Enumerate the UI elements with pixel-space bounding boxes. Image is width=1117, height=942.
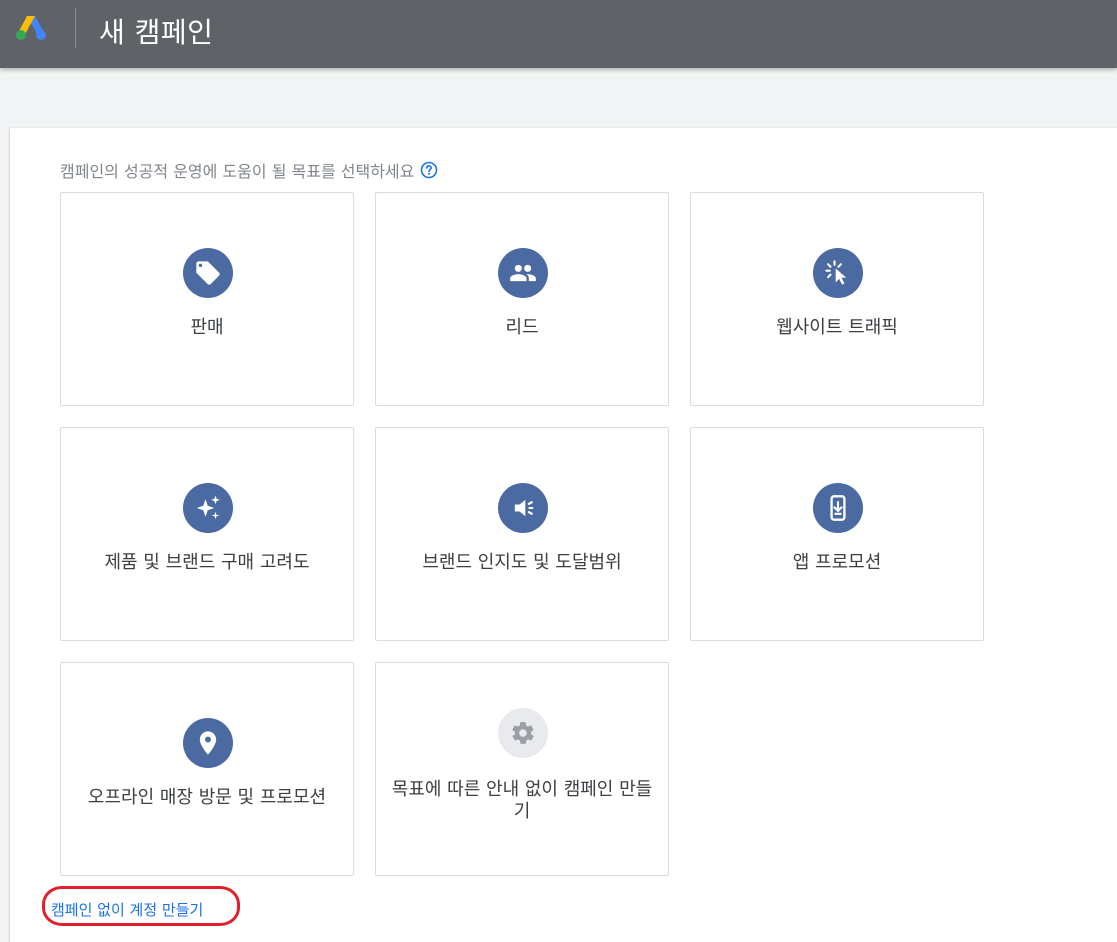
goal-card-consideration[interactable]: 제품 및 브랜드 구매 고려도 (60, 427, 354, 641)
speaker-icon (498, 483, 548, 533)
phone-download-icon (813, 483, 863, 533)
page-title: 새 캠페인 (99, 16, 214, 49)
location-pin-icon (183, 718, 233, 768)
create-account-without-campaign-link[interactable]: 캠페인 없이 계정 만들기 (51, 899, 203, 920)
tag-icon (183, 248, 233, 298)
goal-prompt: 캠페인의 성공적 운영에 도움이 될 목표를 선택하세요 (60, 162, 415, 181)
goal-card-website-traffic[interactable]: 웹사이트 트래픽 (690, 192, 984, 406)
top-bar: 새 캠페인 (0, 0, 1117, 68)
goal-label: 리드 (505, 317, 539, 338)
goal-label: 앱 프로모션 (792, 552, 882, 573)
goal-card-app-promotion[interactable]: 앱 프로모션 (690, 427, 984, 641)
header-divider (75, 8, 76, 48)
gear-icon (498, 708, 548, 758)
people-icon (498, 248, 548, 298)
goal-label: 브랜드 인지도 및 도달범위 (422, 552, 622, 573)
goal-card-sales[interactable]: 판매 (60, 192, 354, 406)
goal-label: 웹사이트 트래픽 (776, 317, 898, 338)
goal-card-offline-visits[interactable]: 오프라인 매장 방문 및 프로모션 (60, 662, 354, 876)
goal-label: 판매 (190, 317, 224, 338)
goal-label: 목표에 따른 안내 없이 캠페인 만들기 (391, 779, 653, 822)
goal-card-no-guidance[interactable]: 목표에 따른 안내 없이 캠페인 만들기 (375, 662, 669, 876)
cursor-click-icon (813, 248, 863, 298)
goal-selection-panel: 캠페인의 성공적 운영에 도움이 될 목표를 선택하세요 판매 리드 웹사이트 … (10, 128, 1117, 942)
prompt-row: 캠페인의 성공적 운영에 도움이 될 목표를 선택하세요 (60, 158, 438, 182)
help-icon[interactable] (420, 161, 438, 179)
goal-label: 제품 및 브랜드 구매 고려도 (104, 552, 310, 573)
sparkle-icon (183, 483, 233, 533)
goal-card-brand-awareness[interactable]: 브랜드 인지도 및 도달범위 (375, 427, 669, 641)
goal-label: 오프라인 매장 방문 및 프로모션 (87, 787, 327, 808)
goal-card-leads[interactable]: 리드 (375, 192, 669, 406)
google-ads-logo-icon[interactable] (15, 14, 47, 42)
